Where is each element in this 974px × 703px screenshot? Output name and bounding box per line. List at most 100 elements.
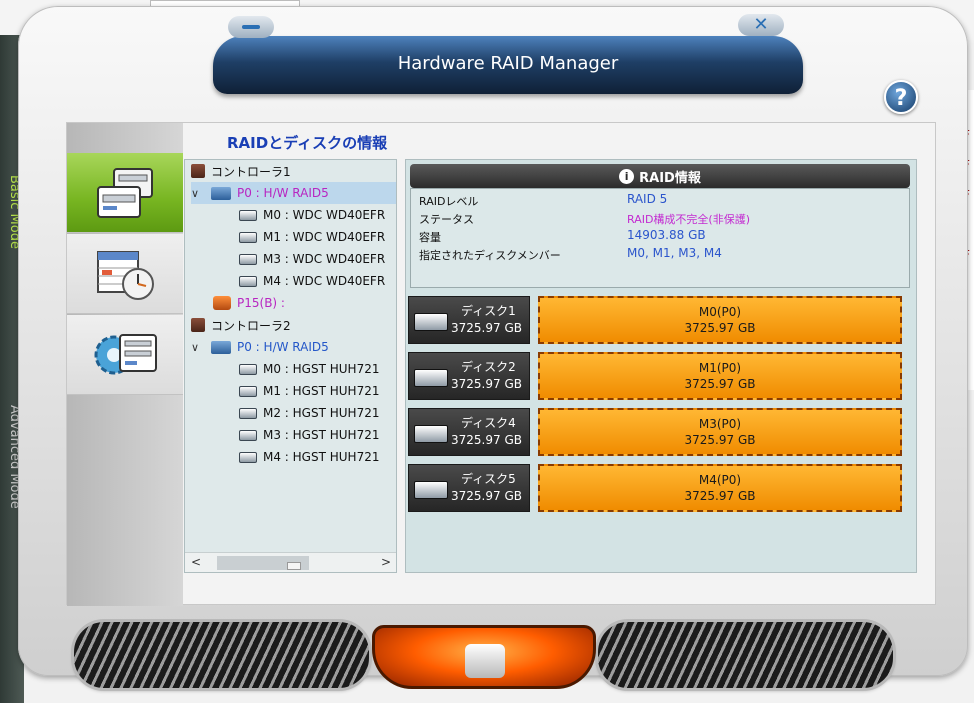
tree-label: コントローラ2 [211,318,291,333]
members-value: M0, M1, M3, M4 [627,246,722,260]
tree-label: P0 : H/W RAID5 [237,186,329,200]
disk-name: ディスク2 [461,360,516,374]
disk-member-row[interactable]: ディスク1 3725.97 GB M0(P0) 3725.97 GB [406,296,912,344]
hard-disk-icon [239,407,257,419]
capacity-label: 容量 [419,231,441,244]
tree-disk-item[interactable]: M3 : WDC WD40EFR [239,248,385,270]
tree-spare-disk[interactable]: P15(B) : [213,292,285,314]
content-panel: RAIDとディスクの情報 コントローラ1 ∨ P0 : H/W RAID5 M0 … [66,122,936,606]
chevron-down-icon[interactable]: ∨ [191,341,205,354]
scroll-right-icon[interactable]: > [381,555,391,569]
hard-disk-icon [239,275,257,287]
scrollbar-thumb[interactable] [217,556,309,570]
hard-disk-icon [239,209,257,221]
tree-label: コントローラ1 [211,164,291,179]
schedule-clock-icon [97,250,154,300]
tree-label: M2 : HGST HUH721 [263,406,380,420]
tab-settings[interactable] [67,315,183,395]
device-tree[interactable]: コントローラ1 ∨ P0 : H/W RAID5 M0 : WDC WD40EFR… [184,159,397,573]
tree-disk-item[interactable]: M0 : WDC WD40EFR [239,204,385,226]
tree-label: M1 : HGST HUH721 [263,384,380,398]
disk-member-row[interactable]: ディスク4 3725.97 GB M3(P0) 3725.97 GB [406,408,912,456]
member-id: M0(P0) [698,305,742,319]
section-title: RAIDとディスクの情報 [227,134,388,152]
hard-disk-icon [239,385,257,397]
scrollbar-grip[interactable] [287,562,301,570]
members-label: 指定されたディスクメンバー [419,249,561,262]
tree-label: M4 : HGST HUH721 [263,450,380,464]
tree-disk-item[interactable]: M1 : WDC WD40EFR [239,226,385,248]
tree-controller-2[interactable]: コントローラ2 [191,314,291,336]
raid-manager-window: Hardware RAID Manager ✕ ? RAIDとディスクの情報 コ… [18,6,968,676]
member-capacity: 3725.97 GB [684,377,756,391]
disk-capacity: 3725.97 GB [451,489,522,503]
disk-capacity: 3725.97 GB [451,377,522,391]
physical-disk-tile[interactable]: ディスク4 3725.97 GB [408,408,530,456]
tab-schedule[interactable] [67,234,183,314]
disk-member-row[interactable]: ディスク5 3725.97 GB M4(P0) 3725.97 GB [406,464,912,512]
disk-name: ディスク5 [461,472,516,486]
hard-disk-icon [414,369,448,387]
tree-disk-item[interactable]: M1 : HGST HUH721 [239,380,379,402]
member-bar[interactable]: M4(P0) 3725.97 GB [538,464,902,512]
raid-info-area: i RAID情報 RAIDレベル RAID 5 ステータス RAID構成不完全(非… [405,159,917,573]
tree-disk-item[interactable]: M3 : HGST HUH721 [239,424,379,446]
tree-controller-1[interactable]: コントローラ1 [191,160,291,182]
tab-raid-info[interactable] [67,153,183,233]
help-button[interactable]: ? [884,80,918,114]
capacity-value: 14903.88 GB [627,228,706,242]
disk-name: ディスク1 [461,304,516,318]
tree-raid-p0-controller-1[interactable]: ∨ P0 : H/W RAID5 [191,182,396,204]
controller-icon [191,164,205,178]
raid-level-label: RAIDレベル [419,195,479,208]
physical-disk-tile[interactable]: ディスク1 3725.97 GB [408,296,530,344]
disk-capacity: 3725.97 GB [451,433,522,447]
chevron-down-icon[interactable]: ∨ [191,187,205,200]
hard-disk-icon [414,425,448,443]
right-speaker-grill [598,622,893,688]
close-button[interactable]: ✕ [738,14,784,36]
tree-label: M3 : WDC WD40EFR [263,252,386,266]
member-capacity: 3725.97 GB [684,321,756,335]
status-value: RAID構成不完全(非保護) [627,213,751,226]
physical-disk-tile[interactable]: ディスク2 3725.97 GB [408,352,530,400]
home-button[interactable] [372,625,596,689]
tree-label: M4 : WDC WD40EFR [263,274,386,288]
member-capacity: 3725.97 GB [684,433,756,447]
member-bar[interactable]: M3(P0) 3725.97 GB [538,408,902,456]
tree-disk-item[interactable]: M4 : HGST HUH721 [239,446,379,468]
window-title: Hardware RAID Manager [397,53,619,74]
raid-array-icon [211,340,231,354]
spare-disk-icon [213,296,231,310]
left-speaker-grill [74,622,369,688]
disk-member-row[interactable]: ディスク2 3725.97 GB M1(P0) 3725.97 GB [406,352,912,400]
tree-horizontal-scrollbar[interactable]: < > [185,552,396,572]
member-id: M1(P0) [698,361,742,375]
member-bar[interactable]: M1(P0) 3725.97 GB [538,352,902,400]
tree-label: M0 : HGST HUH721 [263,362,380,376]
minimize-button[interactable] [228,16,274,38]
tree-label: M3 : HGST HUH721 [263,428,380,442]
controller-icon [191,318,205,332]
scroll-left-icon[interactable]: < [191,555,201,569]
hard-disk-icon [239,451,257,463]
member-capacity: 3725.97 GB [684,489,756,503]
tree-label: M1 : WDC WD40EFR [263,230,386,244]
home-button-icon [465,644,505,678]
tree-raid-p0-controller-2[interactable]: ∨ P0 : H/W RAID5 [191,336,329,358]
tree-disk-item[interactable]: M4 : WDC WD40EFR [239,270,385,292]
title-bar[interactable]: Hardware RAID Manager [213,36,803,94]
raid-level-value: RAID 5 [627,192,668,206]
hard-disk-icon [239,253,257,265]
tree-disk-item[interactable]: M2 : HGST HUH721 [239,402,379,424]
raid-disk-icon [97,167,153,218]
disk-capacity: 3725.97 GB [451,321,522,335]
mode-tabs [67,123,183,606]
hard-disk-icon [239,429,257,441]
tree-disk-item[interactable]: M0 : HGST HUH721 [239,358,379,380]
tree-label: M0 : WDC WD40EFR [263,208,386,222]
member-bar[interactable]: M0(P0) 3725.97 GB [538,296,902,344]
hard-disk-icon [239,363,257,375]
tree-label: P0 : H/W RAID5 [237,340,329,354]
physical-disk-tile[interactable]: ディスク5 3725.97 GB [408,464,530,512]
